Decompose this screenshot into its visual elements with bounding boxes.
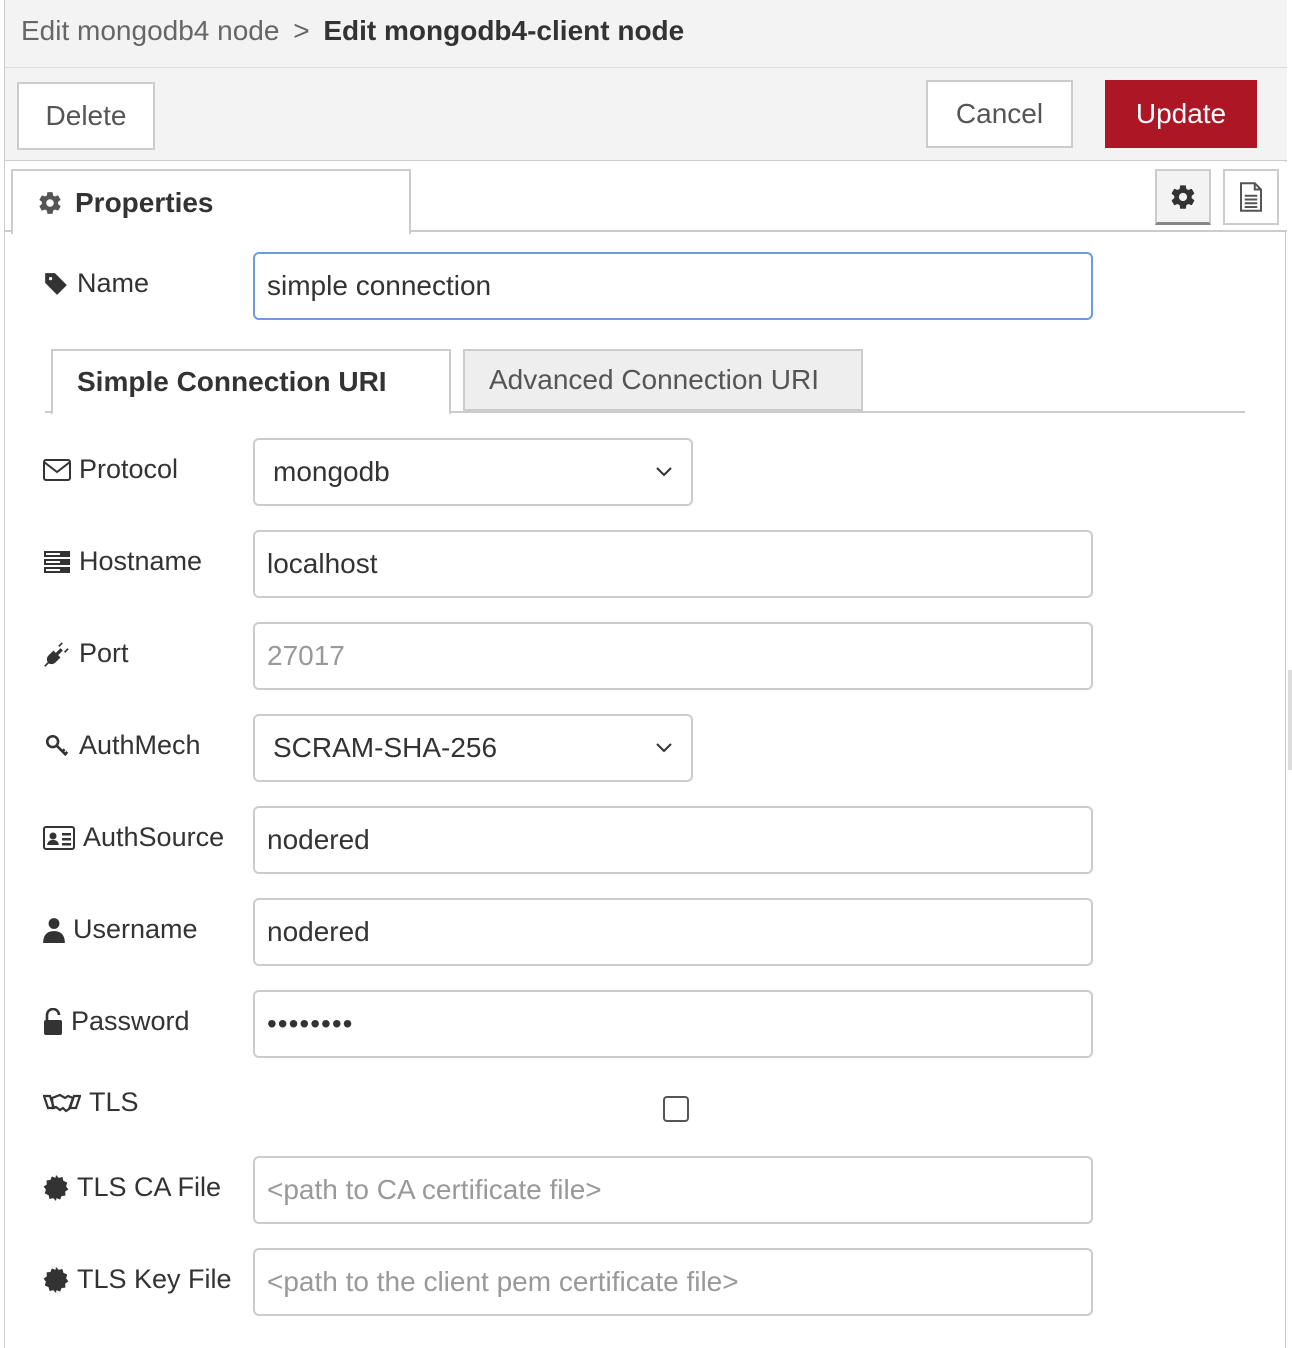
gear-icon xyxy=(1171,184,1195,209)
port-input[interactable]: 27017 xyxy=(253,622,1093,690)
settings-tab-button[interactable] xyxy=(1155,169,1211,225)
tls-ca-file-input[interactable]: <path to CA certificate file> xyxy=(253,1156,1093,1224)
key-icon xyxy=(45,734,69,756)
edit-tray: Edit mongodb4 node > Edit mongodb4-clien… xyxy=(4,0,1287,1348)
protocol-label-text: Protocol xyxy=(79,454,179,484)
envelope-icon xyxy=(43,458,71,481)
chevron-down-icon xyxy=(656,743,672,753)
tls-checkbox[interactable] xyxy=(663,1096,689,1122)
name-label-text: Name xyxy=(77,268,150,298)
name-input[interactable]: simple connection xyxy=(253,252,1093,320)
port-label-text: Port xyxy=(79,638,129,668)
authmech-select-value: SCRAM-SHA-256 xyxy=(273,732,498,763)
password-label-text: Password xyxy=(71,1006,190,1036)
properties-tabbar: Properties xyxy=(5,162,1287,234)
tab-properties[interactable]: Properties xyxy=(11,169,411,234)
hostname-label: Hostname xyxy=(43,546,202,577)
tray-toolbar: Delete Cancel Update xyxy=(5,68,1287,161)
unlock-icon xyxy=(44,1007,62,1035)
breadcrumb-parent[interactable]: Edit mongodb4 node xyxy=(21,15,279,46)
authmech-select[interactable]: SCRAM-SHA-256 xyxy=(253,714,693,782)
authmech-label-text: AuthMech xyxy=(79,730,201,760)
user-icon xyxy=(43,917,65,943)
connection-tabs: Simple Connection URI Advanced Connectio… xyxy=(45,349,1245,415)
protocol-select[interactable]: mongodb xyxy=(253,438,693,506)
certificate-icon xyxy=(43,1266,69,1293)
description-tab-button[interactable] xyxy=(1223,169,1279,225)
tls-ca-file-label-text: TLS CA File xyxy=(77,1172,222,1202)
scrollbar[interactable] xyxy=(1288,670,1292,770)
breadcrumb-separator: > xyxy=(293,15,310,46)
username-label: Username xyxy=(43,914,198,945)
tls-ca-file-label: TLS CA File xyxy=(43,1172,221,1203)
authmech-label: AuthMech xyxy=(43,730,201,761)
hostname-input[interactable]: localhost xyxy=(253,530,1093,598)
tls-label-text: TLS xyxy=(89,1087,139,1117)
tab-properties-label: Properties xyxy=(75,186,214,218)
tag-icon xyxy=(45,272,67,295)
username-label-text: Username xyxy=(73,914,198,944)
port-label: Port xyxy=(43,638,129,669)
handshake-icon xyxy=(43,1093,81,1112)
cancel-button[interactable]: Cancel xyxy=(926,80,1073,148)
tls-key-file-input[interactable]: <path to the client pem certificate file… xyxy=(253,1248,1093,1316)
tls-key-file-label: TLS Key File xyxy=(43,1264,232,1295)
update-button[interactable]: Update xyxy=(1105,80,1257,148)
breadcrumb: Edit mongodb4 node > Edit mongodb4-clien… xyxy=(21,15,684,47)
protocol-label: Protocol xyxy=(43,454,178,485)
tray-header: Edit mongodb4 node > Edit mongodb4-clien… xyxy=(5,0,1287,68)
password-input[interactable]: •••••••• xyxy=(253,990,1093,1058)
document-icon xyxy=(1240,182,1262,212)
username-input[interactable]: nodered xyxy=(253,898,1093,966)
delete-button[interactable]: Delete xyxy=(17,82,155,150)
plug-icon xyxy=(44,641,69,667)
id-card-icon xyxy=(43,825,75,850)
tls-label: TLS xyxy=(43,1087,139,1118)
authsource-input[interactable]: nodered xyxy=(253,806,1093,874)
breadcrumb-current: Edit mongodb4-client node xyxy=(323,15,685,46)
authsource-label-text: AuthSource xyxy=(83,822,225,852)
password-label: Password xyxy=(43,1006,190,1037)
authsource-label: AuthSource xyxy=(43,822,224,853)
tab-advanced-connection[interactable]: Advanced Connection URI xyxy=(463,349,863,411)
certificate-icon xyxy=(43,1174,69,1201)
hostname-label-text: Hostname xyxy=(79,546,203,576)
gear-icon xyxy=(39,191,61,214)
chevron-down-icon xyxy=(656,467,672,477)
name-label: Name xyxy=(43,268,149,299)
server-icon xyxy=(44,550,70,573)
tls-key-file-label-text: TLS Key File xyxy=(77,1264,232,1294)
tab-simple-connection[interactable]: Simple Connection URI xyxy=(51,349,451,415)
protocol-select-value: mongodb xyxy=(273,456,390,487)
